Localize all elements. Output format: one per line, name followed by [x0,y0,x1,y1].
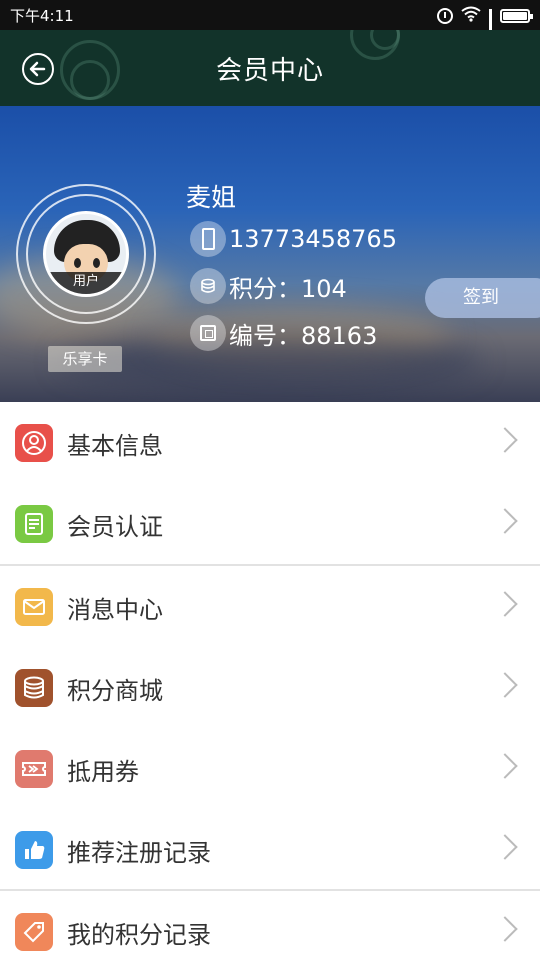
menu-item-label: 会员认证 [67,513,163,541]
menu-item-label: 我的积分记录 [67,921,211,949]
user-name: 麦姐 [186,183,237,212]
thumbs-up-icon [15,831,53,869]
signal-icon [489,9,492,52]
battery-icon [500,9,533,23]
chevron-right-icon [492,753,518,779]
chevron-right-icon [492,427,518,453]
menu-item-points-mall[interactable]: 积分商城 [0,647,540,728]
tag-icon [15,913,53,951]
coins-icon [15,669,53,707]
phone-number: 13773458765 [229,225,397,253]
menu-item-points-records[interactable]: 我的积分记录 [0,891,540,960]
chevron-right-icon [492,672,518,698]
menu-item-message-center[interactable]: 消息中心 [0,566,540,647]
id-card-icon [190,315,226,351]
envelope-icon [15,588,53,626]
certificate-icon [15,505,53,543]
menu-item-label: 抵用券 [67,758,139,786]
points-text: 积分：104 [229,274,347,303]
phone-icon [190,221,226,257]
menu-item-label: 消息中心 [67,596,163,624]
coins-icon [190,268,226,304]
status-icons [437,6,533,52]
app-header: 会员中心 [0,30,540,106]
menu-item-coupon[interactable]: 抵用券 [0,728,540,809]
menu-item-member-verify[interactable]: 会员认证 [0,483,540,564]
avatar-container[interactable]: 用户 [16,184,156,324]
menu-item-label: 基本信息 [67,432,163,460]
profile-banner: 用户 乐享卡 麦姐 13773458765 积分：104 编号：88163 签到 [0,106,540,402]
chevron-right-icon [492,591,518,617]
number-row: 编号：88163 [190,315,377,351]
chevron-right-icon [492,508,518,534]
points-row: 积分：104 [190,268,347,304]
signin-button[interactable]: 签到 [425,278,540,318]
menu-item-label: 推荐注册记录 [67,839,211,867]
status-time: 下午4:11 [10,7,74,25]
avatar[interactable]: 用户 [43,211,129,297]
chevron-right-icon [492,916,518,942]
avatar-caption: 用户 [46,272,126,294]
menu-item-basic-info[interactable]: 基本信息 [0,402,540,483]
status-bar: 下午4:11 [0,0,540,52]
menu-item-referral-records[interactable]: 推荐注册记录 [0,809,540,890]
phone-row: 13773458765 [190,221,397,257]
member-number: 编号：88163 [229,321,378,350]
user-icon [15,424,53,462]
menu-item-label: 积分商城 [67,677,163,705]
ticket-icon [15,750,53,788]
page-title: 会员中心 [215,56,324,86]
wifi-icon [461,6,481,26]
card-type-badge: 乐享卡 [48,346,122,372]
alarm-icon [437,8,453,24]
chevron-right-icon [492,834,518,860]
